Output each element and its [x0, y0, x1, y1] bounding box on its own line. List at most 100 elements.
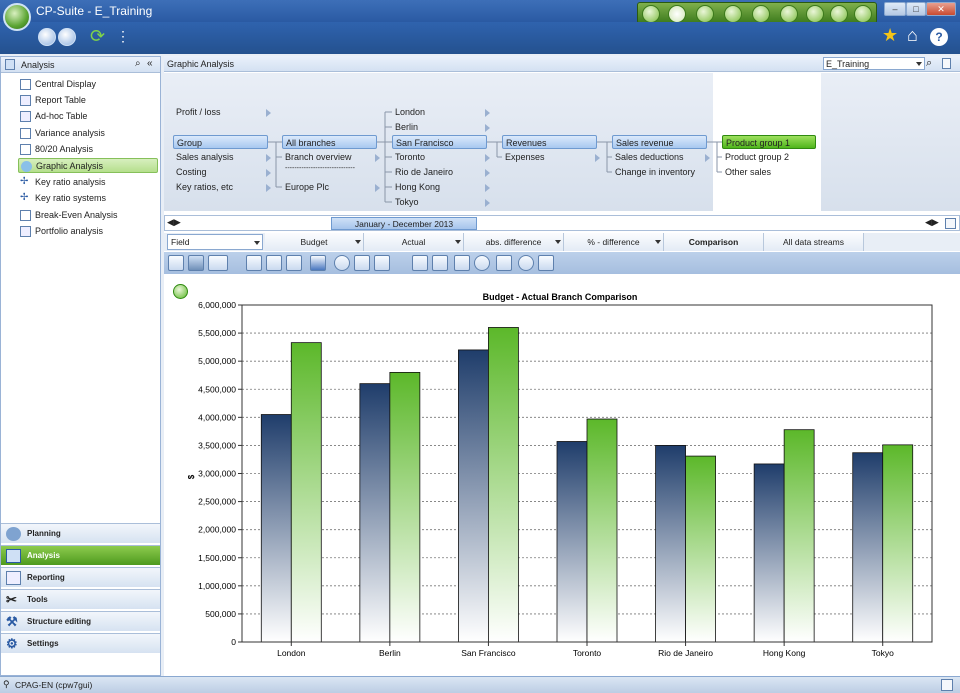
- nav-item-break-even-analysis[interactable]: Break-Even Analysis: [18, 208, 158, 223]
- y-tick-label: 0: [231, 637, 236, 647]
- module-reporting[interactable]: Reporting: [1, 567, 160, 587]
- line-chart-icon[interactable]: [246, 255, 262, 271]
- nav-item-variance-analysis[interactable]: Variance analysis: [18, 126, 158, 141]
- search-icon[interactable]: ⌕: [135, 58, 141, 69]
- pct-difference-stream[interactable]: % - difference: [564, 233, 664, 251]
- nav-item-key-ratio-systems[interactable]: ✢ Key ratio systems: [18, 191, 158, 206]
- settings-icon[interactable]: [474, 255, 490, 271]
- reporting-icon: [6, 571, 21, 585]
- chart-wizard-icon[interactable]: [518, 255, 534, 271]
- copy-icon[interactable]: [538, 255, 554, 271]
- nav-item-portfolio-analysis[interactable]: Portfolio analysis: [18, 224, 158, 239]
- close-button[interactable]: ✕: [926, 2, 956, 16]
- planning-module-icon[interactable]: [642, 5, 660, 23]
- reporting-module-icon[interactable]: [696, 5, 714, 23]
- tree-structure-icon[interactable]: ⋮: [116, 28, 130, 45]
- nav-item-graphic-analysis[interactable]: Graphic Analysis: [18, 158, 158, 173]
- stacked-bar-icon[interactable]: [286, 255, 302, 271]
- bar-series-1[interactable]: [359, 383, 391, 643]
- collapse-panel-icon[interactable]: «: [147, 58, 153, 69]
- key-ratio-icon: ✢: [20, 176, 29, 187]
- save-icon[interactable]: [496, 255, 512, 271]
- module-planning[interactable]: Planning: [1, 523, 160, 543]
- add-icon[interactable]: [412, 255, 428, 271]
- minimize-button[interactable]: –: [884, 2, 906, 16]
- module-tools[interactable]: ✂ Tools: [1, 589, 160, 609]
- bar-series-1[interactable]: [655, 445, 686, 643]
- tools-module-icon[interactable]: [724, 5, 742, 23]
- period-nav-icon[interactable]: ◀▶: [925, 217, 939, 228]
- globe-module-icon[interactable]: [752, 5, 770, 23]
- module-settings[interactable]: ⚙ Settings: [1, 633, 160, 653]
- analysis-module-icon[interactable]: [668, 5, 686, 23]
- export-chart-icon[interactable]: [374, 255, 390, 271]
- actual-stream[interactable]: Actual: [364, 233, 464, 251]
- check-icon[interactable]: [432, 255, 448, 271]
- bar-series-1[interactable]: [260, 414, 292, 643]
- abs-difference-stream[interactable]: abs. difference: [464, 233, 564, 251]
- nav-item-report-table[interactable]: Report Table: [18, 93, 158, 108]
- image-icon[interactable]: [188, 255, 204, 271]
- home-icon[interactable]: ⌂: [907, 25, 918, 46]
- bar-series-2[interactable]: [882, 444, 914, 643]
- bar-series-2[interactable]: [290, 342, 322, 643]
- planning-icon: [6, 527, 21, 541]
- database-select[interactable]: E_Training: [823, 57, 925, 70]
- favorites-star-icon[interactable]: ★: [882, 25, 898, 46]
- bar-series-1[interactable]: [556, 441, 588, 643]
- chart-title: Budget - Actual Branch Comparison: [483, 292, 638, 302]
- tree-view-icon[interactable]: [168, 255, 184, 271]
- checklist-icon[interactable]: [454, 255, 470, 271]
- bar-series-2[interactable]: [389, 372, 421, 643]
- module-analysis[interactable]: Analysis: [1, 545, 160, 565]
- nav-item-label: Ad-hoc Table: [35, 111, 88, 121]
- chevron-down-icon: [455, 240, 461, 244]
- field-select[interactable]: Field: [167, 234, 263, 250]
- window-title: CP-Suite - E_Training: [36, 4, 153, 18]
- bar-series-2[interactable]: [586, 418, 618, 643]
- help-icon[interactable]: ?: [930, 28, 948, 46]
- pie-chart-icon[interactable]: [334, 255, 350, 271]
- budget-stream[interactable]: Budget: [265, 233, 364, 251]
- period-prev-icon[interactable]: ◀▶: [167, 217, 181, 228]
- bar-series-1[interactable]: [458, 349, 489, 643]
- document-icon[interactable]: [942, 58, 951, 69]
- nav-item-adhoc-table[interactable]: Ad-hoc Table: [18, 109, 158, 124]
- period-selector[interactable]: January - December 2013: [331, 217, 477, 230]
- pct-difference-label: % - difference: [587, 237, 640, 247]
- maximize-button[interactable]: □: [906, 2, 926, 16]
- layout-icon[interactable]: [208, 255, 228, 271]
- users-module-icon[interactable]: [854, 5, 872, 23]
- back-icon[interactable]: [38, 28, 56, 46]
- y-tick-label: 5,500,000: [198, 328, 236, 338]
- area-chart-icon[interactable]: [310, 255, 326, 271]
- y-tick-label: 2,000,000: [198, 525, 236, 535]
- calendar-icon[interactable]: [945, 218, 956, 229]
- comparison-tab[interactable]: Comparison: [664, 233, 764, 251]
- wizard-module-icon[interactable]: [806, 5, 824, 23]
- check-module-icon[interactable]: [830, 5, 848, 23]
- tools-icon: ✂: [6, 592, 17, 607]
- bar-series-2[interactable]: [783, 429, 815, 643]
- refresh-icon[interactable]: ⟳: [90, 26, 105, 47]
- bar-series-2[interactable]: [488, 327, 519, 643]
- scatter-chart-icon[interactable]: [354, 255, 370, 271]
- fullscreen-icon[interactable]: [941, 679, 953, 691]
- refresh-module-icon[interactable]: [780, 5, 798, 23]
- bar-series-1[interactable]: [852, 452, 884, 643]
- bar-series-2[interactable]: [685, 455, 716, 643]
- all-data-streams-tab[interactable]: All data streams: [764, 233, 864, 251]
- search-icon[interactable]: ⌕: [926, 57, 932, 70]
- bar-chart-icon[interactable]: [266, 255, 282, 271]
- nav-item-label: 80/20 Analysis: [35, 144, 94, 154]
- nav-item-central-display[interactable]: Central Display: [18, 77, 158, 92]
- nav-item-80-20-analysis[interactable]: 80/20 Analysis: [18, 142, 158, 157]
- main-header: Graphic Analysis E_Training ⌕: [164, 56, 960, 72]
- bar-series-1[interactable]: [753, 463, 785, 643]
- module-structure-editing[interactable]: ⚒ Structure editing: [1, 611, 160, 631]
- chevron-down-icon: [555, 240, 561, 244]
- x-tick-label: Hong Kong: [763, 648, 806, 658]
- app-logo[interactable]: [3, 3, 31, 31]
- forward-icon[interactable]: [58, 28, 76, 46]
- nav-item-key-ratio-analysis[interactable]: ✢ Key ratio analysis: [18, 175, 158, 190]
